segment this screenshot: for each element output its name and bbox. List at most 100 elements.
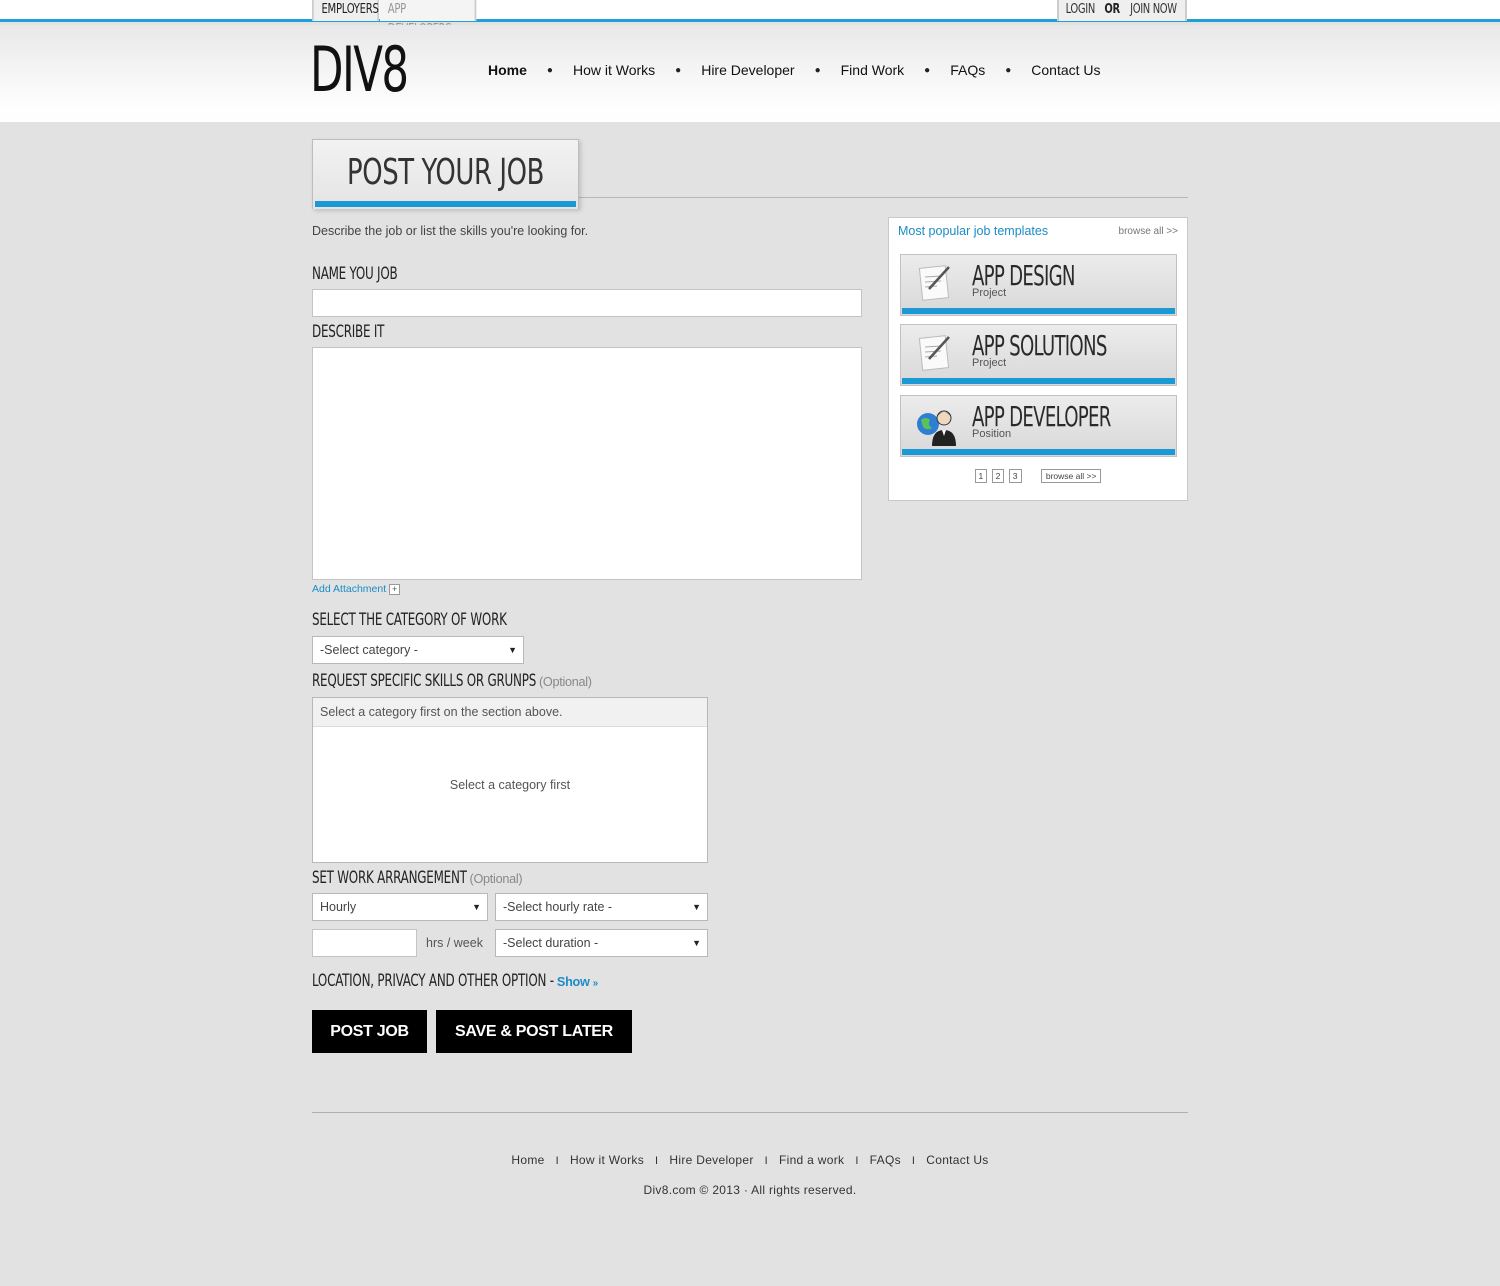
chevron-down-icon: ▼ [472, 902, 481, 912]
form-intro: Describe the job or list the skills you'… [312, 224, 589, 238]
save-post-later-button[interactable]: SAVE & POST LATER [436, 1010, 632, 1053]
optional-tag: (Optional) [469, 871, 523, 886]
nav-contact-us[interactable]: Contact Us [1031, 62, 1100, 78]
page-3-button[interactable]: 3 [1008, 469, 1022, 483]
main-nav: Home ● How it Works ● Hire Developer ● F… [488, 62, 1101, 78]
nav-how-it-works[interactable]: How it Works [573, 62, 655, 78]
plus-icon[interactable]: + [389, 583, 401, 595]
skills-label: REQUEST SPECIFIC SKILLS OR GRUNPS (Option… [312, 671, 592, 691]
chevron-down-icon: ▼ [508, 645, 517, 655]
document-pen-icon [915, 263, 955, 303]
globe-person-icon [915, 404, 956, 446]
footer-link-hire-developer[interactable]: Hire Developer [669, 1153, 753, 1167]
location-label-text: LOCATION, PRIVACY AND OTHER OPTION [312, 971, 547, 991]
login-link[interactable]: LOGIN [1065, 0, 1095, 20]
skills-box-header: Select a category first on the section a… [313, 698, 707, 727]
copyright: Div8.com © 2013 · All rights reserved. [643, 1183, 857, 1197]
document-pen-icon [915, 333, 955, 373]
page-1-button[interactable]: 1 [974, 469, 988, 483]
nav-faqs[interactable]: FAQs [950, 62, 985, 78]
template-kind: Project [972, 357, 1007, 369]
page-2-button[interactable]: 2 [991, 469, 1005, 483]
role-tabs: EMPLOYERS APP DEVELOPERS [312, 0, 492, 37]
template-accent-bar [902, 308, 1175, 314]
footer-separator: I [655, 1155, 659, 1167]
skills-label-text: REQUEST SPECIFIC SKILLS OR GRUNPS [312, 671, 537, 691]
browse-all-link-bottom[interactable]: browse all >> [1040, 469, 1102, 483]
skills-box: Select a category first on the section a… [312, 697, 708, 863]
footer-separator: I [764, 1155, 768, 1167]
join-now-link[interactable]: JOIN NOW [1130, 0, 1177, 20]
arrangement-type-value: Hourly [320, 900, 357, 914]
footer-link-faqs[interactable]: FAQs [870, 1153, 901, 1167]
category-select[interactable]: -Select category - ▼ [312, 636, 524, 664]
top-bar: EMPLOYERS APP DEVELOPERS LOGIN OR JOIN N… [0, 0, 1500, 37]
template-app-developer[interactable]: APP DEVELOPER Position [900, 395, 1177, 457]
describe-textarea[interactable] [312, 347, 862, 580]
nav-hire-developer[interactable]: Hire Developer [701, 62, 794, 78]
add-attachment-link[interactable]: Add Attachment + [312, 583, 401, 595]
hourly-rate-select[interactable]: -Select hourly rate - ▼ [495, 893, 708, 921]
hourly-rate-value: -Select hourly rate - [503, 900, 613, 914]
footer-link-how-it-works[interactable]: How it Works [570, 1153, 644, 1167]
title-accent-bar [315, 201, 576, 207]
template-kind: Position [972, 428, 1012, 440]
templates-pager: 1 2 3 browse all >> [889, 469, 1187, 483]
footer-link-contact-us[interactable]: Contact Us [926, 1153, 988, 1167]
footer-separator: I [911, 1155, 916, 1167]
template-accent-bar [902, 449, 1175, 455]
template-kind: Project [972, 287, 1007, 299]
logo[interactable]: DIV8 [310, 39, 409, 101]
arrangement-label-text: SET WORK ARRANGEMENT [312, 868, 467, 888]
category-select-value: -Select category - [320, 643, 418, 657]
footer-divider [312, 1112, 1188, 1113]
nav-separator: ● [1005, 64, 1012, 76]
location-separator: - [549, 971, 554, 991]
title-divider [578, 197, 1188, 198]
describe-label: DESCRIBE IT [312, 322, 385, 342]
template-app-design[interactable]: APP DESIGN Project [900, 254, 1177, 316]
optional-tag: (Optional) [539, 674, 592, 689]
tab-app-developers[interactable]: APP DEVELOPERS [380, 0, 477, 37]
nav-separator: ● [814, 64, 821, 76]
duration-select[interactable]: -Select duration - ▼ [495, 929, 708, 957]
nav-home[interactable]: Home [488, 62, 527, 78]
chevron-down-icon: ▼ [692, 938, 701, 948]
job-name-label: NAME YOU JOB [312, 264, 398, 284]
job-name-input[interactable] [312, 289, 862, 317]
double-chevron-down-icon[interactable]: » [593, 978, 598, 989]
footer-separator: I [855, 1155, 859, 1167]
page-title: POST YOUR JOB [347, 152, 544, 193]
add-attachment-label[interactable]: Add Attachment [312, 583, 386, 595]
footer-nav: Home I How it Works I Hire Developer I Find a … [0, 1153, 1500, 1167]
show-options-label[interactable]: Show [557, 974, 590, 989]
chevron-down-icon: ▼ [692, 902, 701, 912]
arrangement-type-select[interactable]: Hourly ▼ [312, 893, 488, 921]
hours-per-week-input[interactable] [312, 929, 417, 957]
auth-links: LOGIN OR JOIN NOW [1057, 0, 1187, 21]
post-job-button[interactable]: POST JOB [312, 1010, 427, 1053]
duration-value: -Select duration - [503, 936, 599, 950]
location-label: LOCATION, PRIVACY AND OTHER OPTION - Show… [312, 971, 598, 991]
or-text: OR [1104, 2, 1120, 17]
templates-title: Most popular job templates [898, 224, 1049, 238]
template-app-solutions[interactable]: APP SOLUTIONS Project [900, 324, 1177, 386]
job-templates-panel: Most popular job templates browse all >>… [888, 217, 1188, 501]
page-title-tab: POST YOUR JOB [312, 139, 579, 209]
footer-separator: I [555, 1155, 559, 1167]
footer-link-find-a-work[interactable]: Find a work [779, 1153, 844, 1167]
header: DIV8 Home ● How it Works ● Hire Develope… [0, 25, 1500, 122]
browse-all-link-top[interactable]: browse all >> [1119, 226, 1178, 237]
template-accent-bar [902, 378, 1175, 384]
nav-separator: ● [675, 64, 682, 76]
nav-separator: ● [924, 64, 931, 76]
nav-find-work[interactable]: Find Work [841, 62, 905, 78]
category-label: SELECT THE CATEGORY OF WORK [312, 610, 507, 630]
nav-separator: ● [546, 64, 553, 76]
show-options-link[interactable]: Show » [557, 974, 598, 989]
hours-unit-label: hrs / week [426, 936, 483, 950]
tab-employers[interactable]: EMPLOYERS [312, 0, 380, 21]
arrangement-label: SET WORK ARRANGEMENT (Optional) [312, 868, 523, 888]
skills-box-placeholder: Select a category first [449, 778, 571, 792]
footer-link-home[interactable]: Home [511, 1153, 544, 1167]
